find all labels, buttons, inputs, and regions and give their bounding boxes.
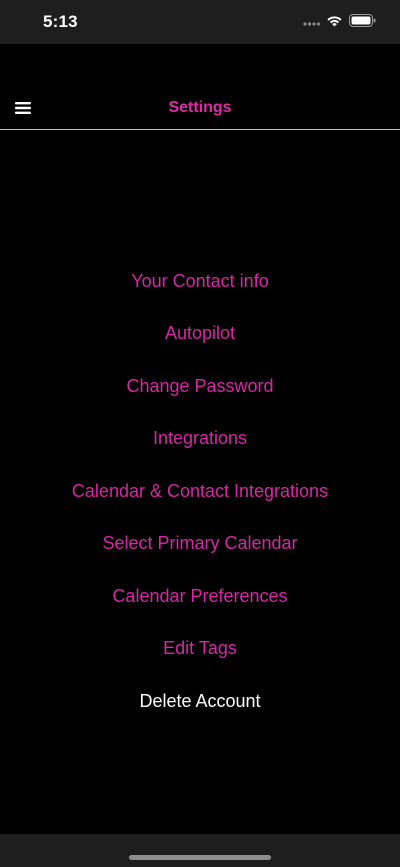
bottom-bar bbox=[0, 834, 400, 867]
battery-icon bbox=[349, 14, 376, 32]
menu-item-edit-tags[interactable]: Edit Tags bbox=[0, 623, 400, 676]
home-indicator[interactable] bbox=[129, 855, 271, 860]
nav-bar: Settings bbox=[0, 86, 400, 130]
menu-item-calendar-contact-integrations[interactable]: Calendar & Contact Integrations bbox=[0, 465, 400, 518]
status-time: 5:13 bbox=[43, 12, 78, 31]
menu-item-autopilot[interactable]: Autopilot bbox=[0, 308, 400, 361]
menu-item-contact-info[interactable]: Your Contact info bbox=[0, 255, 400, 308]
menu-item-integrations[interactable]: Integrations bbox=[0, 413, 400, 466]
menu-item-delete-account[interactable]: Delete Account bbox=[0, 675, 400, 728]
menu-item-calendar-preferences[interactable]: Calendar Preferences bbox=[0, 570, 400, 623]
settings-menu: Your Contact info Autopilot Change Passw… bbox=[0, 255, 400, 728]
menu-item-change-password[interactable]: Change Password bbox=[0, 360, 400, 413]
page-title: Settings bbox=[168, 99, 232, 116]
nav-divider bbox=[0, 129, 400, 130]
status-bar: 5:13 bbox=[0, 0, 400, 44]
signal-dots-icon bbox=[302, 14, 321, 32]
wifi-icon bbox=[326, 14, 343, 32]
menu-item-select-primary-calendar[interactable]: Select Primary Calendar bbox=[0, 518, 400, 571]
status-icons bbox=[302, 14, 376, 32]
